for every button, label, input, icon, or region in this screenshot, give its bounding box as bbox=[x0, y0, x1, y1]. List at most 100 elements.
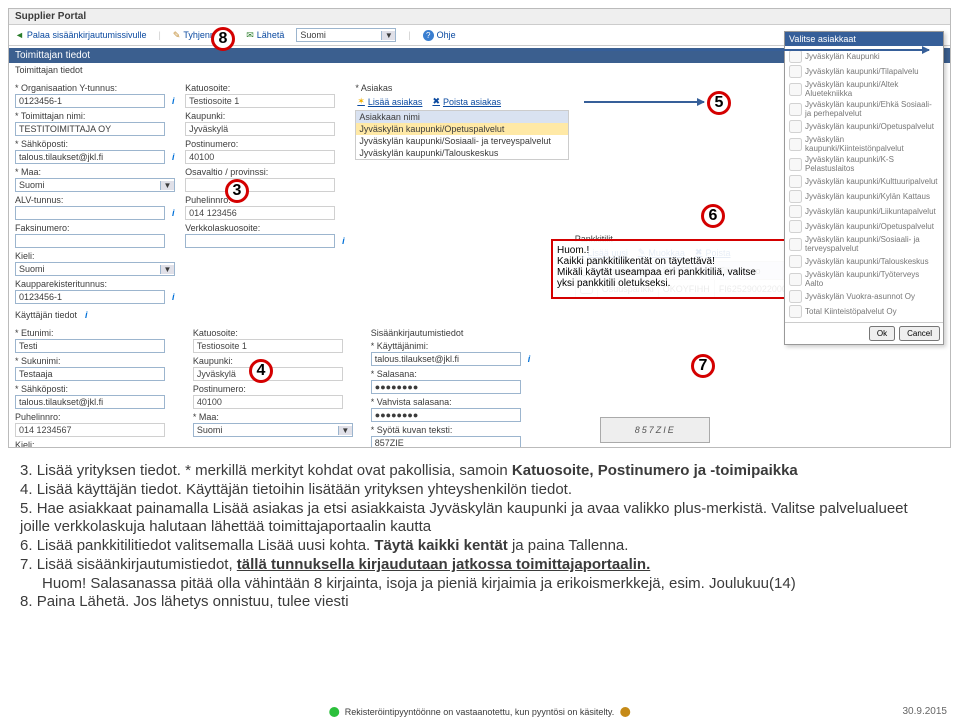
sukunimi-input[interactable]: Testaaja bbox=[15, 367, 165, 381]
info-icon[interactable]: i bbox=[342, 236, 345, 246]
user-katu-input[interactable]: Testiosoite 1 bbox=[193, 339, 343, 353]
sukunimi-label: * Sukunimi: bbox=[15, 356, 187, 366]
chevron-down-icon: ▼ bbox=[338, 426, 352, 435]
maa-value: Suomi bbox=[16, 180, 160, 190]
name-input[interactable]: TESTITOIMITTAJA OY bbox=[15, 122, 165, 136]
customer-row[interactable]: Jyväskylän kaupunki/Sosiaali- ja terveys… bbox=[356, 135, 567, 147]
dialog-item[interactable]: Jyväskylän kaupunki/K-S Pelastuslaitos bbox=[805, 155, 939, 173]
captcha-input[interactable]: 857ZIE bbox=[371, 436, 521, 448]
screenshot-panel: Supplier Portal ◄ Palaa sisäänkirjautumi… bbox=[8, 8, 951, 448]
instruction-6: 6. Lisää pankkitilitiedot valitsemalla L… bbox=[20, 537, 939, 556]
checkbox[interactable] bbox=[789, 305, 802, 318]
user-kieli-label: Kieli: bbox=[15, 440, 187, 448]
sun-icon: ✶ bbox=[357, 96, 365, 107]
dialog-item[interactable]: Jyväskylän kaupunki/Altek Aluetekniikka bbox=[805, 80, 939, 98]
login-col: Sisäänkirjautumistiedot * Käyttäjänimi: … bbox=[371, 326, 594, 448]
info-icon[interactable]: i bbox=[528, 354, 531, 364]
dialog-item[interactable]: Jyväskylän kaupunki/Työterveys Aalto bbox=[805, 270, 939, 288]
dialog-item[interactable]: Jyväskylän kaupunki/Kiinteistönpalvelut bbox=[805, 135, 939, 153]
customer-row[interactable]: Jyväskylän kaupunki/Talouskeskus bbox=[356, 147, 567, 159]
kieli-value: Suomi bbox=[16, 264, 160, 274]
checkbox[interactable] bbox=[789, 255, 802, 268]
kaupunki-input[interactable]: Jyväskylä bbox=[185, 122, 335, 136]
dialog-search: Jyväskylän Kaupunki bbox=[805, 52, 880, 61]
dialog-item[interactable]: Jyväskylän Vuokra-asunnot Oy bbox=[805, 292, 915, 301]
footer-status: Rekisteröintipyyntöönne on vastaanotettu… bbox=[329, 707, 631, 717]
info-icon[interactable]: i bbox=[85, 310, 88, 320]
supplier-col1: * Organisaation Y-tunnus: 0123456-1i * T… bbox=[15, 81, 179, 304]
fax-input[interactable] bbox=[15, 234, 165, 248]
customer-row[interactable]: Jyväskylän kaupunki/Opetuspalvelut bbox=[356, 123, 567, 135]
refresh-icon[interactable]: ⟳ bbox=[600, 446, 610, 448]
checkbox[interactable] bbox=[789, 190, 802, 203]
info-icon[interactable]: i bbox=[172, 96, 175, 106]
checkbox[interactable] bbox=[789, 205, 802, 218]
info-icon[interactable]: i bbox=[172, 208, 175, 218]
login-pw-input[interactable]: ●●●●●●●● bbox=[371, 380, 521, 394]
ytunnus-label: * Organisaation Y-tunnus: bbox=[15, 83, 179, 93]
dialog-item[interactable]: Jyväskylän kaupunki/Opetuspalvelut bbox=[805, 222, 934, 231]
user-email-input[interactable]: talous.tilaukset@jkl.fi bbox=[15, 395, 165, 409]
checkbox[interactable] bbox=[789, 120, 802, 133]
checkbox[interactable] bbox=[789, 220, 802, 233]
dialog-item[interactable]: Jyväskylän kaupunki/Sosiaali- ja terveys… bbox=[805, 235, 939, 253]
checkbox[interactable] bbox=[789, 175, 802, 188]
dialog-item[interactable]: Jyväskylän kaupunki/Tilapalvelu bbox=[805, 67, 919, 76]
katu-input[interactable]: Testiosoite 1 bbox=[185, 94, 335, 108]
etunimi-input[interactable]: Testi bbox=[15, 339, 165, 353]
etunimi-label: * Etunimi: bbox=[15, 328, 187, 338]
marker-8: 8 bbox=[211, 27, 235, 51]
select-customers-dialog: Valitse asiakkaat Jyväskylän Kaupunki Jy… bbox=[784, 31, 944, 345]
arrow bbox=[569, 49, 929, 51]
green-dot-icon bbox=[329, 707, 339, 717]
checkbox[interactable] bbox=[789, 65, 802, 78]
dialog-ok-button[interactable]: Ok bbox=[869, 326, 895, 341]
dialog-item[interactable]: Jyväskylän kaupunki/Liikuntapalvelut bbox=[805, 207, 936, 216]
customer-list: Asiakkaan nimi Jyväskylän kaupunki/Opetu… bbox=[355, 110, 568, 160]
dialog-item[interactable]: Jyväskylän kaupunki/Talouskeskus bbox=[805, 257, 929, 266]
posti-input[interactable]: 40100 bbox=[185, 150, 335, 164]
checkbox[interactable] bbox=[789, 158, 802, 171]
email-input[interactable]: talous.tilaukset@jkl.fi bbox=[15, 150, 165, 164]
send-icon: ✉ bbox=[246, 30, 254, 41]
ytunnus-input[interactable]: 0123456-1 bbox=[15, 94, 165, 108]
dialog-cancel-button[interactable]: Cancel bbox=[899, 326, 940, 341]
kieli-dropdown[interactable]: Suomi▼ bbox=[15, 262, 175, 276]
back-link[interactable]: ◄ Palaa sisäänkirjautumissivulle bbox=[15, 30, 146, 40]
checkbox[interactable] bbox=[789, 290, 802, 303]
add-customer-link[interactable]: ✶Lisää asiakas bbox=[357, 96, 422, 107]
dialog-item[interactable]: Jyväskylän kaupunki/Kulttuuripalvelut bbox=[805, 177, 938, 186]
user-posti-input[interactable]: 40100 bbox=[193, 395, 343, 409]
dialog-item[interactable]: Total Kiinteistöpalvelut Oy bbox=[805, 307, 897, 316]
checkbox[interactable] bbox=[789, 238, 802, 251]
puh-input[interactable]: 014 123456 bbox=[185, 206, 335, 220]
osavaltio-input[interactable] bbox=[185, 178, 335, 192]
checkbox[interactable] bbox=[789, 50, 802, 63]
country-dropdown[interactable]: Suomi ▼ bbox=[296, 28, 396, 42]
x-icon: ✖ bbox=[432, 96, 440, 107]
user-puh-input[interactable]: 014 1234567 bbox=[15, 423, 165, 437]
asiakas-label: * Asiakas bbox=[355, 83, 568, 93]
login-user-input[interactable]: talous.tilaukset@jkl.fi bbox=[371, 352, 521, 366]
kauppa-input[interactable]: 0123456-1 bbox=[15, 290, 165, 304]
user-maa-label: * Maa: bbox=[193, 412, 365, 422]
checkbox[interactable] bbox=[789, 103, 802, 116]
dialog-item[interactable]: Jyväskylän kaupunki/Ehkä Sosiaali- ja pe… bbox=[805, 100, 939, 118]
send-link[interactable]: ✉ Lähetä bbox=[246, 30, 284, 41]
info-icon[interactable]: i bbox=[172, 152, 175, 162]
info-icon[interactable]: i bbox=[172, 292, 175, 302]
help-link[interactable]: ? Ohje bbox=[423, 30, 456, 41]
alv-input[interactable] bbox=[15, 206, 165, 220]
checkbox[interactable] bbox=[789, 83, 802, 96]
login-pw2-input[interactable]: ●●●●●●●● bbox=[371, 408, 521, 422]
maa-dropdown[interactable]: Suomi▼ bbox=[15, 178, 175, 192]
window-title: Supplier Portal bbox=[9, 9, 950, 25]
login-user-label: * Käyttäjänimi: bbox=[371, 341, 594, 351]
verkko-input[interactable] bbox=[185, 234, 335, 248]
checkbox[interactable] bbox=[789, 273, 802, 286]
checkbox[interactable] bbox=[789, 138, 802, 151]
dialog-item[interactable]: Jyväskylän kaupunki/Opetuspalvelut bbox=[805, 122, 934, 131]
user-maa-dropdown[interactable]: Suomi▼ bbox=[193, 423, 353, 437]
dialog-item[interactable]: Jyväskylän kaupunki/Kylän Kattaus bbox=[805, 192, 930, 201]
remove-customer-link[interactable]: ✖Poista asiakas bbox=[432, 96, 501, 107]
